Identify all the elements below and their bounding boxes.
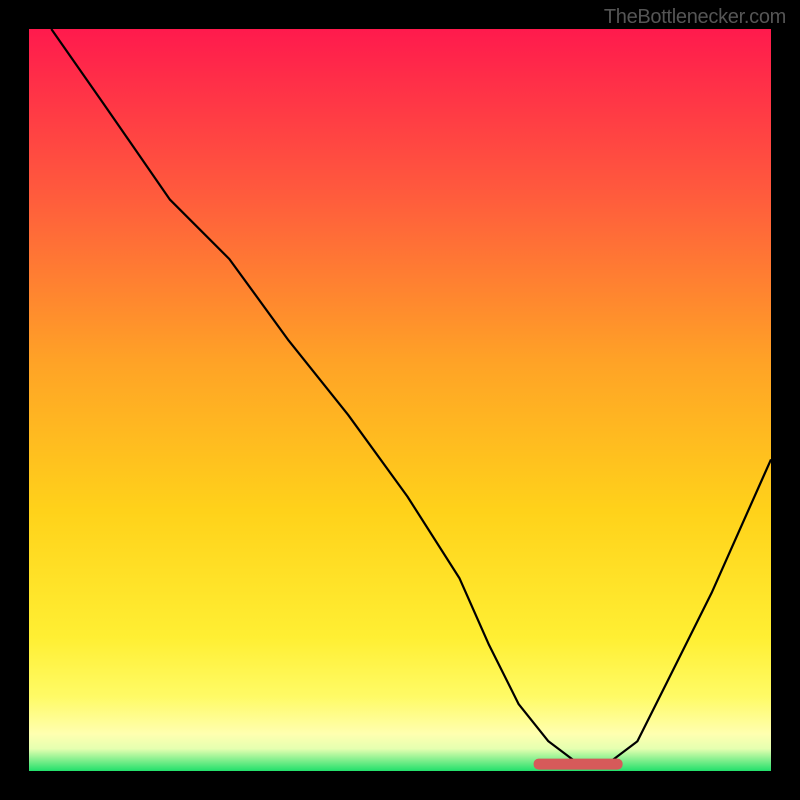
marker-group [534, 759, 623, 770]
gradient-background [29, 29, 771, 771]
watermark-text: TheBottlenecker.com [604, 6, 786, 29]
chart-svg [29, 29, 771, 771]
chart-area [29, 29, 771, 771]
optimal-band-marker [534, 759, 623, 770]
